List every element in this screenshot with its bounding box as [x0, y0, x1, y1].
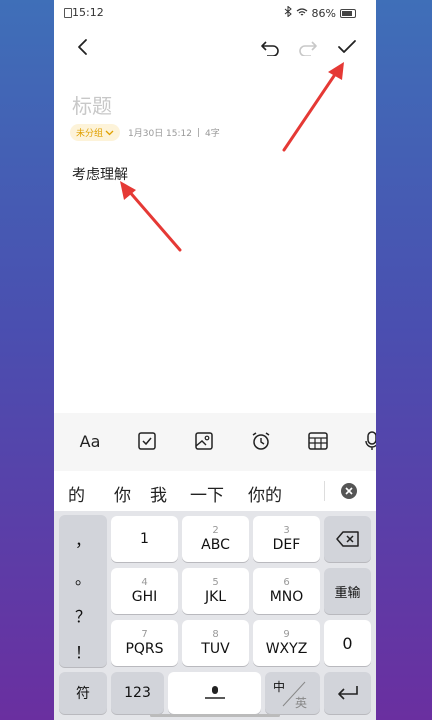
- retype-key[interactable]: 重输: [324, 568, 371, 614]
- table-icon: [308, 432, 328, 450]
- punctuation-column[interactable]: ， 。 ？ ！: [59, 515, 107, 667]
- meta-separator: |: [197, 127, 201, 138]
- punct-key[interactable]: ？: [59, 603, 107, 627]
- voice-button[interactable]: [358, 427, 376, 455]
- key-abc[interactable]: 2 ABC: [182, 516, 249, 562]
- undo-icon: [261, 41, 279, 56]
- alarm-clock-icon: [252, 432, 270, 450]
- key-pqrs[interactable]: 7 PQRS: [111, 620, 178, 666]
- key-wxyz[interactable]: 9 WXYZ: [253, 620, 320, 666]
- status-time: 15:12: [72, 6, 104, 19]
- note-meta: 未分组 1月30日 15:12 | 4字: [70, 124, 220, 141]
- lang-en-label: 英: [295, 696, 308, 710]
- annotation-arrow-top: [282, 62, 344, 152]
- candidate-item[interactable]: 你的: [248, 481, 282, 506]
- punct-key[interactable]: 。: [59, 565, 107, 589]
- sim-icon: [64, 8, 72, 18]
- checkmark-icon: [338, 40, 356, 53]
- punct-key[interactable]: ！: [59, 639, 107, 663]
- undo-button[interactable]: [254, 32, 284, 62]
- collapse-keyboard-button[interactable]: [340, 482, 358, 504]
- image-icon: [195, 432, 213, 450]
- battery-percent: 86%: [311, 6, 336, 20]
- back-button[interactable]: [68, 32, 98, 62]
- candidate-item[interactable]: 的: [68, 481, 85, 506]
- note-date: 1月30日 15:12: [128, 129, 192, 139]
- editor-toolbar: [54, 30, 376, 64]
- checklist-button[interactable]: [133, 427, 161, 455]
- key-jkl[interactable]: 5 JKL: [182, 568, 249, 614]
- microphone-icon: [204, 686, 225, 699]
- punct-key[interactable]: ，: [59, 527, 107, 551]
- save-button[interactable]: [332, 32, 362, 62]
- chevron-down-icon: [105, 130, 114, 135]
- key-mno[interactable]: 6 MNO: [253, 568, 320, 614]
- key-def[interactable]: 3 DEF: [253, 516, 320, 562]
- bluetooth-icon: [284, 5, 292, 20]
- enter-key[interactable]: [324, 672, 371, 714]
- backspace-key[interactable]: [324, 516, 371, 562]
- candidate-item[interactable]: 你: [114, 481, 131, 506]
- microphone-icon: [365, 431, 376, 450]
- enter-icon: [337, 686, 358, 700]
- t9-keyboard: ， 。 ？ ！ 1 2 ABC 3 DEF 4 GHI 5 JKL 6 MNO 重输 7P…: [54, 511, 376, 720]
- notes-app-screen: 15:12 86% 标题 未分组 1月30日 15:12 | 4字 考虑理解 A…: [54, 0, 376, 720]
- table-button[interactable]: [304, 427, 332, 455]
- backspace-icon: [335, 531, 359, 547]
- text-style-button[interactable]: Aa: [76, 427, 104, 455]
- battery-icon: [340, 8, 356, 18]
- candidate-divider: [324, 481, 325, 501]
- reminder-button[interactable]: [247, 427, 275, 455]
- annotation-arrow-content: [120, 181, 182, 252]
- char-count: 4字: [205, 129, 220, 139]
- close-circle-icon: [341, 483, 357, 499]
- candidate-item[interactable]: 一下: [190, 481, 224, 506]
- note-body[interactable]: 考虑理解: [72, 164, 128, 184]
- status-right: 86%: [284, 5, 356, 20]
- image-button[interactable]: [190, 427, 218, 455]
- key-tuv[interactable]: 8 TUV: [182, 620, 249, 666]
- candidate-bar: 的 你 我 一下 你的: [54, 471, 376, 511]
- symbols-key[interactable]: 符: [59, 672, 107, 714]
- checkbox-icon: [138, 432, 156, 450]
- key-0[interactable]: 0: [324, 620, 371, 666]
- key-ghi[interactable]: 4 GHI: [111, 568, 178, 614]
- redo-button[interactable]: [294, 32, 324, 62]
- space-key[interactable]: [168, 672, 261, 714]
- format-toolbar: Aa: [54, 413, 376, 471]
- candidate-item[interactable]: 我: [150, 481, 167, 506]
- key-1[interactable]: 1: [111, 516, 178, 562]
- title-input[interactable]: 标题: [72, 90, 112, 119]
- home-indicator: [150, 714, 280, 717]
- numbers-key[interactable]: 123: [111, 672, 164, 714]
- folder-label: 未分组: [76, 129, 104, 139]
- lang-divider-icon: [282, 681, 306, 707]
- status-bar: 15:12 86%: [54, 0, 376, 24]
- folder-selector[interactable]: 未分组: [70, 124, 121, 141]
- language-switch-key[interactable]: 中 英: [265, 672, 320, 714]
- back-arrow-icon: [78, 39, 87, 55]
- wifi-icon: [296, 7, 308, 20]
- redo-icon: [299, 41, 317, 56]
